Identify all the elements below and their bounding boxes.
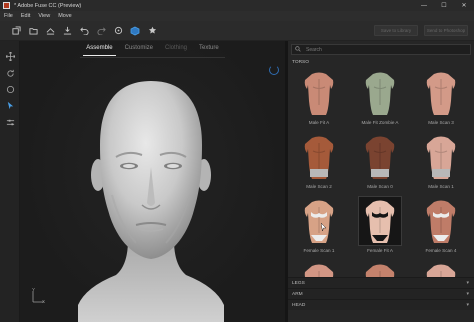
move-icon[interactable]: [5, 51, 15, 61]
torso-item-label: Male Scan 0: [367, 184, 393, 189]
tab-customize[interactable]: Customize: [125, 45, 153, 54]
torso-thumbnail: [297, 68, 341, 118]
tab-divider: [80, 57, 225, 58]
menu-move[interactable]: Move: [58, 13, 71, 19]
torso-thumbnail: [297, 132, 341, 182]
torso-thumbnail: [297, 260, 341, 278]
chevron-down-icon: ▾: [466, 291, 469, 297]
library-panel: TORSO Male Fit A Male Fit Zombie A Male Sc…: [288, 41, 474, 322]
section-torso-label: TORSO: [292, 60, 309, 65]
torso-thumbnail: [358, 68, 402, 118]
new-icon[interactable]: [9, 24, 23, 38]
search-icon: [295, 45, 301, 54]
adjust-icon[interactable]: [5, 117, 15, 127]
head-model[interactable]: [76, 75, 226, 322]
torso-thumbnail: [419, 260, 463, 278]
torso-thumbnail: [419, 132, 463, 182]
star-icon[interactable]: [145, 24, 159, 38]
maximize-button[interactable]: ☐: [434, 0, 454, 11]
section-arm[interactable]: ARM ▾: [288, 288, 474, 299]
tab-texture[interactable]: Texture: [199, 45, 219, 54]
select-icon[interactable]: [5, 100, 15, 110]
torso-item[interactable]: [353, 260, 407, 278]
viewport[interactable]: Assemble Customize Clothing Texture Y X: [20, 41, 285, 322]
toolbar-right: Save to Library Send to Photoshop: [368, 25, 468, 36]
torso-item-label: Male Scan 3: [428, 120, 454, 125]
torso-thumbnail: [419, 196, 463, 246]
torso-item[interactable]: [292, 260, 346, 278]
send-to-photoshop-button[interactable]: Send to Photoshop: [424, 25, 468, 36]
model-icon[interactable]: [128, 24, 142, 38]
torso-item-label: Male Scan 2: [306, 184, 332, 189]
torso-thumbnail: [358, 132, 402, 182]
minimize-button[interactable]: —: [414, 0, 434, 11]
tab-clothing[interactable]: Clothing: [165, 45, 187, 54]
export-icon[interactable]: [60, 24, 74, 38]
close-button[interactable]: ✕: [454, 0, 474, 11]
search-box: [291, 44, 471, 55]
window-controls: — ☐ ✕: [414, 0, 474, 11]
torso-item[interactable]: Male Fit A: [292, 68, 346, 132]
app-icon: [3, 2, 10, 9]
menu-file[interactable]: File: [4, 13, 13, 19]
toolbar: Save to Library Send to Photoshop: [0, 21, 474, 41]
search-input[interactable]: [306, 46, 466, 53]
section-legs[interactable]: LEGS ▾: [288, 277, 474, 288]
menu-view[interactable]: View: [38, 13, 50, 19]
torso-thumbnail: [419, 68, 463, 118]
torso-item[interactable]: [414, 260, 468, 278]
torso-thumbnail: [358, 196, 402, 246]
torso-item[interactable]: Female Fit A: [353, 196, 407, 260]
torso-item-label: Female Scan 1: [303, 248, 335, 253]
section-legs-label: LEGS: [292, 280, 305, 286]
chevron-down-icon: ▾: [466, 280, 469, 286]
torso-grid: Male Fit A Male Fit Zombie A Male Scan 3 Ma…: [292, 68, 472, 278]
scale-icon[interactable]: [5, 84, 15, 94]
torso-item[interactable]: Male Fit Zombie A: [353, 68, 407, 132]
section-torso[interactable]: TORSO: [288, 57, 474, 68]
window-title: * Adobe Fuse CC (Preview): [14, 2, 82, 9]
menu-bar: File Edit View Move: [0, 11, 474, 21]
left-toolbar: [0, 41, 20, 322]
torso-item-label: Male Scan 1: [428, 184, 454, 189]
torso-thumbnail: [297, 196, 341, 246]
torso-item-label: Male Fit Zombie A: [361, 120, 399, 125]
save-to-library-button[interactable]: Save to Library: [374, 25, 418, 36]
torso-item-label: Male Fit A: [308, 120, 330, 125]
menu-edit[interactable]: Edit: [21, 13, 30, 19]
torso-item[interactable]: Male Scan 3: [414, 68, 468, 132]
save-icon[interactable]: [43, 24, 57, 38]
settings-icon[interactable]: [111, 24, 125, 38]
torso-item-label: Female Scan 4: [425, 248, 457, 253]
torso-item[interactable]: Male Scan 0: [353, 132, 407, 196]
axis-x-label: X: [42, 299, 46, 304]
mouse-cursor-icon: [321, 223, 327, 231]
chevron-down-icon: ▾: [466, 302, 469, 308]
loading-spinner: [269, 65, 279, 75]
tab-assemble[interactable]: Assemble: [83, 45, 117, 56]
torso-item-label: Female Fit A: [367, 248, 393, 253]
rotate-icon[interactable]: [5, 68, 15, 78]
axis-y-label: Y: [32, 287, 36, 292]
torso-item[interactable]: Male Scan 2: [292, 132, 346, 196]
open-icon[interactable]: [26, 24, 40, 38]
undo-icon[interactable]: [77, 24, 91, 38]
mode-tabs: Assemble Customize Clothing Texture: [20, 41, 285, 57]
section-arm-label: ARM: [292, 291, 303, 297]
torso-item[interactable]: Female Scan 4: [414, 196, 468, 260]
section-head[interactable]: HEAD ▾: [288, 299, 474, 310]
torso-thumbnail: [358, 260, 402, 278]
torso-item[interactable]: Male Scan 1: [414, 132, 468, 196]
redo-icon[interactable]: [94, 24, 108, 38]
torso-item[interactable]: Female Scan 1: [292, 196, 346, 260]
title-bar: * Adobe Fuse CC (Preview) — ☐ ✕: [0, 0, 474, 11]
section-head-label: HEAD: [292, 302, 306, 308]
